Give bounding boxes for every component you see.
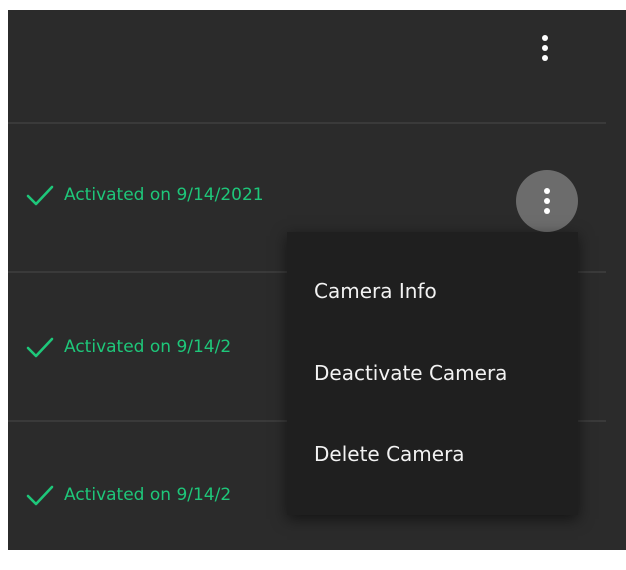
status-text: Activated on 9/14/2 bbox=[64, 485, 232, 505]
status-text: Activated on 9/14/2 bbox=[64, 337, 232, 357]
vertical-ellipsis-icon bbox=[544, 188, 550, 194]
activation-status: Activated on 9/14/2021 bbox=[26, 184, 264, 206]
menu-item-deactivate-camera[interactable]: Deactivate Camera bbox=[287, 333, 578, 413]
menu-item-camera-info[interactable]: Camera Info bbox=[287, 251, 578, 331]
more-options-button[interactable] bbox=[530, 30, 560, 66]
list-header bbox=[8, 10, 626, 122]
status-text: Activated on 9/14/2021 bbox=[64, 185, 264, 205]
checkmark-icon bbox=[26, 337, 54, 358]
camera-list-panel: Activated on 9/14/2021 Activated on 9/14… bbox=[8, 10, 626, 550]
checkmark-icon bbox=[26, 485, 54, 506]
activation-status: Activated on 9/14/2 bbox=[26, 484, 231, 506]
activation-status: Activated on 9/14/2 bbox=[26, 336, 231, 358]
row-more-options-button[interactable] bbox=[516, 170, 578, 232]
menu-item-delete-camera[interactable]: Delete Camera bbox=[287, 414, 578, 494]
checkmark-icon bbox=[26, 185, 54, 206]
vertical-ellipsis-icon bbox=[542, 35, 548, 41]
camera-context-menu: Camera Info Deactivate Camera Delete Cam… bbox=[287, 232, 578, 515]
